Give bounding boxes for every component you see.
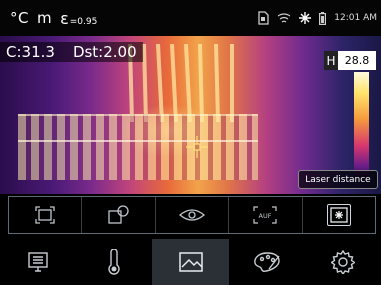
image-mode-icon [178,252,203,272]
settings-button[interactable] [305,239,381,285]
measure-mode-label: m [36,9,53,27]
emissivity-label: ε=0.95 [60,8,98,28]
laser-distance-button[interactable] [301,197,375,233]
image-mode-button[interactable] [152,239,229,285]
distance-value: Dst:2.00 [72,43,137,61]
bluetooth-icon [299,12,312,24]
mode-toolbar: AUF [8,196,376,234]
terminal-rail [18,140,258,142]
measurement-readout: C:31.3 Dst:2.00 [0,42,143,62]
eye-icon [179,209,206,221]
thermometer-icon [108,249,120,275]
settings-gear-icon [330,250,355,274]
picture-in-picture-icon [107,205,129,224]
fullscreen-frame-icon [35,206,55,224]
svg-text:AUF: AUF [259,212,272,220]
center-temperature: C:31.3 [6,43,55,61]
crosshair-icon [186,136,208,158]
auto-focus-button[interactable]: AUF [228,197,301,233]
palette-button[interactable] [229,239,305,285]
temperature-scale-bar [354,72,369,177]
wifi-icon [277,12,291,24]
high-label: H [324,51,338,70]
laser-distance-tooltip: Laser distance [298,170,378,189]
selected-frame [326,204,351,226]
gallery-icon [28,252,48,272]
status-bar: °C m ε=0.95 12:01 AM [0,0,381,36]
clock: 12:01 AM [334,13,377,23]
terminal-block [18,114,258,180]
unit-label: °C [10,9,29,27]
bottom-menu [0,239,381,285]
eye-view-button[interactable] [154,197,228,233]
high-value: 28.8 [344,54,370,67]
laser-distance-icon [330,207,348,223]
auto-focus-icon: AUF [253,206,278,224]
thermometer-button[interactable] [76,239,152,285]
battery-icon [319,11,327,25]
gallery-button[interactable] [0,239,76,285]
palette-icon [253,252,280,272]
high-temp-box: H 28.8 [324,51,376,70]
fullscreen-frame-button[interactable] [9,197,81,233]
picture-in-picture-button[interactable] [81,197,154,233]
sd-card-icon [257,11,269,25]
